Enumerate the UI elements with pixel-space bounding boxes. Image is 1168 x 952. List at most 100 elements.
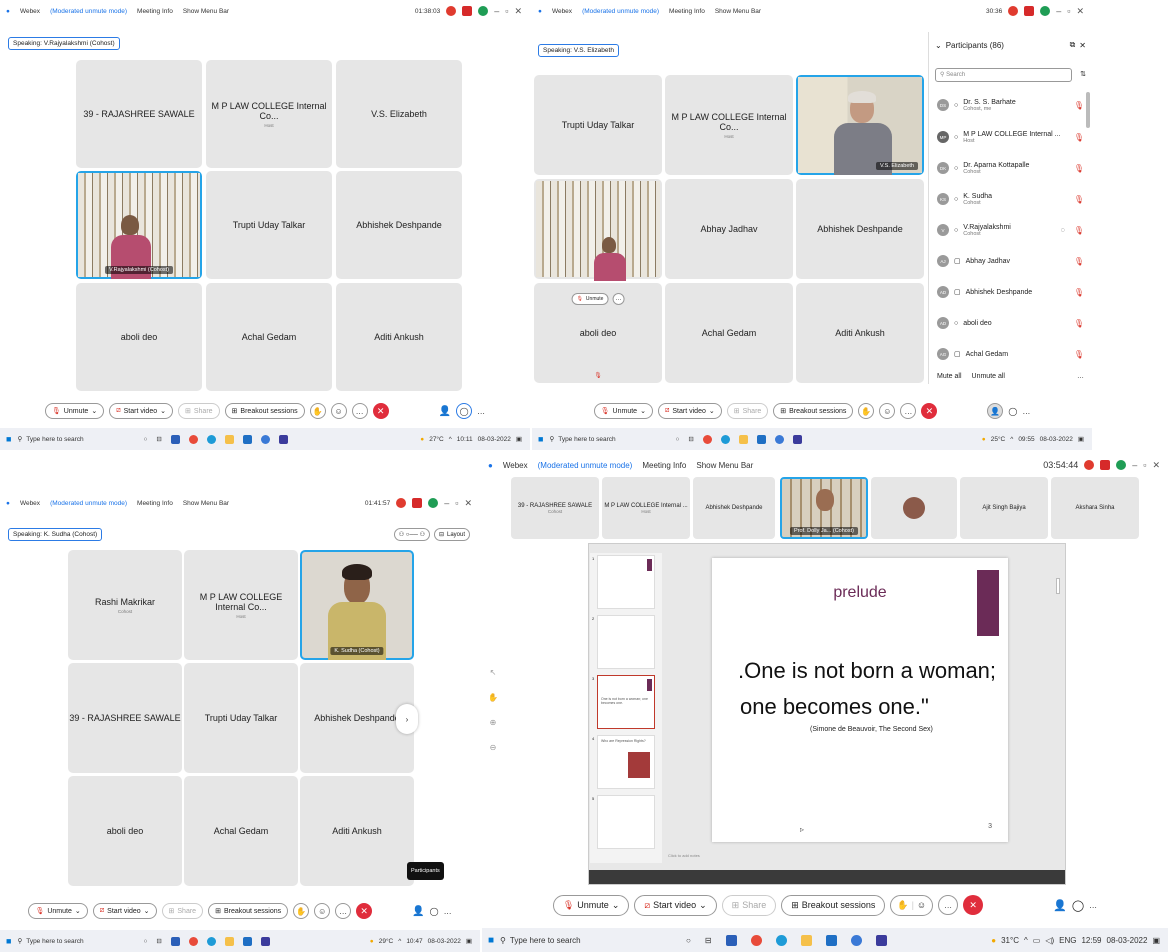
share-button[interactable]: ⊞ Share [726, 403, 769, 419]
notification-icon[interactable]: ▣ [1078, 435, 1084, 443]
explorer-icon[interactable] [224, 936, 234, 946]
participant-tile[interactable]: aboli deo [76, 283, 202, 391]
filmstrip-tile[interactable]: Abhishek Deshpande [693, 477, 775, 539]
meeting-info-button[interactable]: Meeting Info [137, 8, 173, 15]
notification-icon[interactable]: ▣ [466, 937, 472, 945]
participant-tile[interactable]: M P LAW COLLEGE Internal Co... Host [206, 60, 332, 168]
unmute-button[interactable]: 🎙 Unmute ⌄ [28, 903, 88, 919]
raise-hand-icon[interactable]: ✋ [309, 403, 326, 419]
webex-icon[interactable] [792, 434, 802, 444]
webex-icon[interactable] [278, 434, 288, 444]
close-icon[interactable]: ✕ [1076, 6, 1084, 17]
mic-muted-icon[interactable]: 🎙 [1074, 164, 1084, 173]
explorer-icon[interactable] [738, 434, 748, 444]
mic-muted-icon[interactable]: 🎙 [1074, 101, 1084, 110]
slide-thumbnail[interactable]: Who are Repression Rights? [597, 735, 655, 789]
more-icon[interactable]: … [1089, 901, 1097, 910]
store-icon[interactable] [825, 934, 837, 946]
volume-icon[interactable]: ◁) [1045, 936, 1054, 945]
more-options-icon[interactable]: … [335, 903, 352, 919]
share-button[interactable]: ⊞ Share [161, 903, 204, 919]
participant-tile[interactable]: Aditi Ankush [796, 283, 924, 383]
tile-more-icon[interactable]: … [612, 293, 625, 305]
raise-hand-icon[interactable]: ✋ [293, 903, 310, 919]
participant-video-tile[interactable] [534, 179, 662, 281]
unmute-button[interactable]: 🎙 Unmute ⌄ [593, 403, 653, 419]
app-icon[interactable] [260, 434, 270, 444]
show-menu-bar-button[interactable]: Show Menu Bar [696, 461, 753, 470]
meeting-info-button[interactable]: Meeting Info [137, 500, 173, 507]
chevron-up-icon[interactable]: ^ [449, 436, 452, 443]
breakout-sessions-button[interactable]: ⊞ Breakout sessions [224, 403, 305, 419]
leave-meeting-button[interactable]: ✕ [921, 403, 938, 419]
taskbar-search[interactable]: ⚲ Type here to search [17, 937, 107, 946]
chevron-left-icon[interactable]: ‹ [72, 713, 75, 723]
chrome-icon[interactable] [188, 434, 198, 444]
participant-row[interactable]: DS ○ Dr. S. S. Barhate Cohost, me 🎙 [937, 90, 1084, 120]
explorer-icon[interactable] [224, 434, 234, 444]
unmute-button[interactable]: 🎙 Unmute ⌄ [44, 403, 105, 419]
next-page-button[interactable]: › [396, 704, 418, 734]
task-view-icon[interactable]: ○ [143, 436, 147, 443]
store-icon[interactable] [242, 936, 252, 946]
participant-row[interactable]: DK ○ Dr. Aparna Kottapalle Cohost 🎙 [937, 153, 1084, 183]
participant-tile[interactable]: V.S. Elizabeth [336, 60, 462, 168]
participant-tile[interactable]: aboli deo [68, 776, 182, 886]
maximize-icon[interactable]: ▫ [1143, 460, 1146, 470]
participant-row[interactable]: V ○ V.Rajyalakshmi Cohost ◌ 🎙 [937, 215, 1084, 245]
mute-all-button[interactable]: Mute all [937, 373, 962, 380]
task-view-icon[interactable]: ○ [143, 938, 147, 945]
popout-icon[interactable]: ⧉ [1070, 40, 1076, 50]
chevron-up-icon[interactable]: ^ [1024, 936, 1028, 945]
chrome-icon[interactable] [702, 434, 712, 444]
filmstrip-tile[interactable]: Akshara Sinha [1051, 477, 1139, 539]
zoom-in-icon[interactable]: ⊕ [490, 718, 497, 727]
start-video-button[interactable]: ⧄ Start video ⌄ [657, 403, 722, 419]
widgets-icon[interactable]: ⊟ [688, 435, 693, 443]
webex-icon[interactable] [875, 934, 887, 946]
participant-tile[interactable]: Trupti Uday Talkar [184, 663, 298, 773]
slide-thumbnail[interactable] [597, 615, 655, 669]
participant-tile[interactable]: 39 - RAJASHREE SAWALE ‹ [68, 663, 182, 773]
participant-tile[interactable]: Rashi Makrikar Cohost [68, 550, 182, 660]
leave-meeting-button[interactable]: ✕ [372, 403, 389, 419]
taskbar-search[interactable]: ⚲ Type here to search [17, 435, 107, 444]
more-options-icon[interactable]: … [351, 403, 368, 419]
reactions-icon[interactable]: ☺ [314, 903, 331, 919]
show-menu-bar-button[interactable]: Show Menu Bar [183, 500, 229, 507]
chevron-up-icon[interactable]: ^ [398, 938, 401, 945]
slide-thumbnail[interactable] [597, 795, 655, 849]
minimize-icon[interactable]: – [1056, 6, 1061, 16]
participant-tile[interactable]: Achal Gedam [206, 283, 332, 391]
slide-thumbnail[interactable] [597, 555, 655, 609]
more-icon[interactable]: … [1077, 373, 1084, 380]
participants-icon[interactable]: 👤 [987, 403, 1004, 419]
taskbar-search[interactable]: ⚲ Type here to search [549, 435, 639, 444]
chevron-up-icon[interactable]: ^ [1010, 436, 1013, 443]
participant-video-tile[interactable]: V.S. Elizabeth [796, 75, 924, 175]
filmstrip-video-tile[interactable]: Prof. Dolly Ja... (Cohost) [780, 477, 868, 539]
explorer-icon[interactable] [800, 934, 812, 946]
task-view-icon[interactable]: ○ [686, 936, 691, 945]
minimize-icon[interactable]: – [1132, 460, 1137, 470]
store-icon[interactable] [756, 434, 766, 444]
edge-icon[interactable] [720, 434, 730, 444]
slide-scrollbar[interactable] [1056, 578, 1060, 594]
edge-icon[interactable] [775, 934, 787, 946]
filmstrip-tile[interactable]: 39 - RAJASHREE SAWALE Cohost [511, 477, 599, 539]
widgets-icon[interactable]: ⊟ [156, 937, 161, 945]
more-options-icon[interactable]: … [938, 895, 959, 915]
mic-muted-icon[interactable]: 🎙 [1074, 319, 1084, 328]
participant-row[interactable]: AD ▢ Abhishek Deshpande 🎙 [937, 277, 1084, 307]
mic-muted-icon[interactable]: 🎙 [1074, 288, 1084, 297]
participant-tile[interactable]: M P LAW COLLEGE Internal Co... Host [665, 75, 793, 175]
widgets-icon[interactable]: ⊟ [705, 936, 712, 945]
meeting-info-button[interactable]: Meeting Info [669, 8, 705, 15]
notes-placeholder[interactable]: Click to add notes [668, 853, 700, 858]
participant-video-tile[interactable]: V.Rajyalakshmi (Cohost) [76, 171, 202, 279]
app-icon[interactable] [170, 434, 180, 444]
chrome-icon[interactable] [188, 936, 198, 946]
participant-tile[interactable]: Achal Gedam [184, 776, 298, 886]
breakout-sessions-button[interactable]: ⊞ Breakout sessions [773, 403, 854, 419]
leave-meeting-button[interactable]: ✕ [963, 895, 984, 915]
